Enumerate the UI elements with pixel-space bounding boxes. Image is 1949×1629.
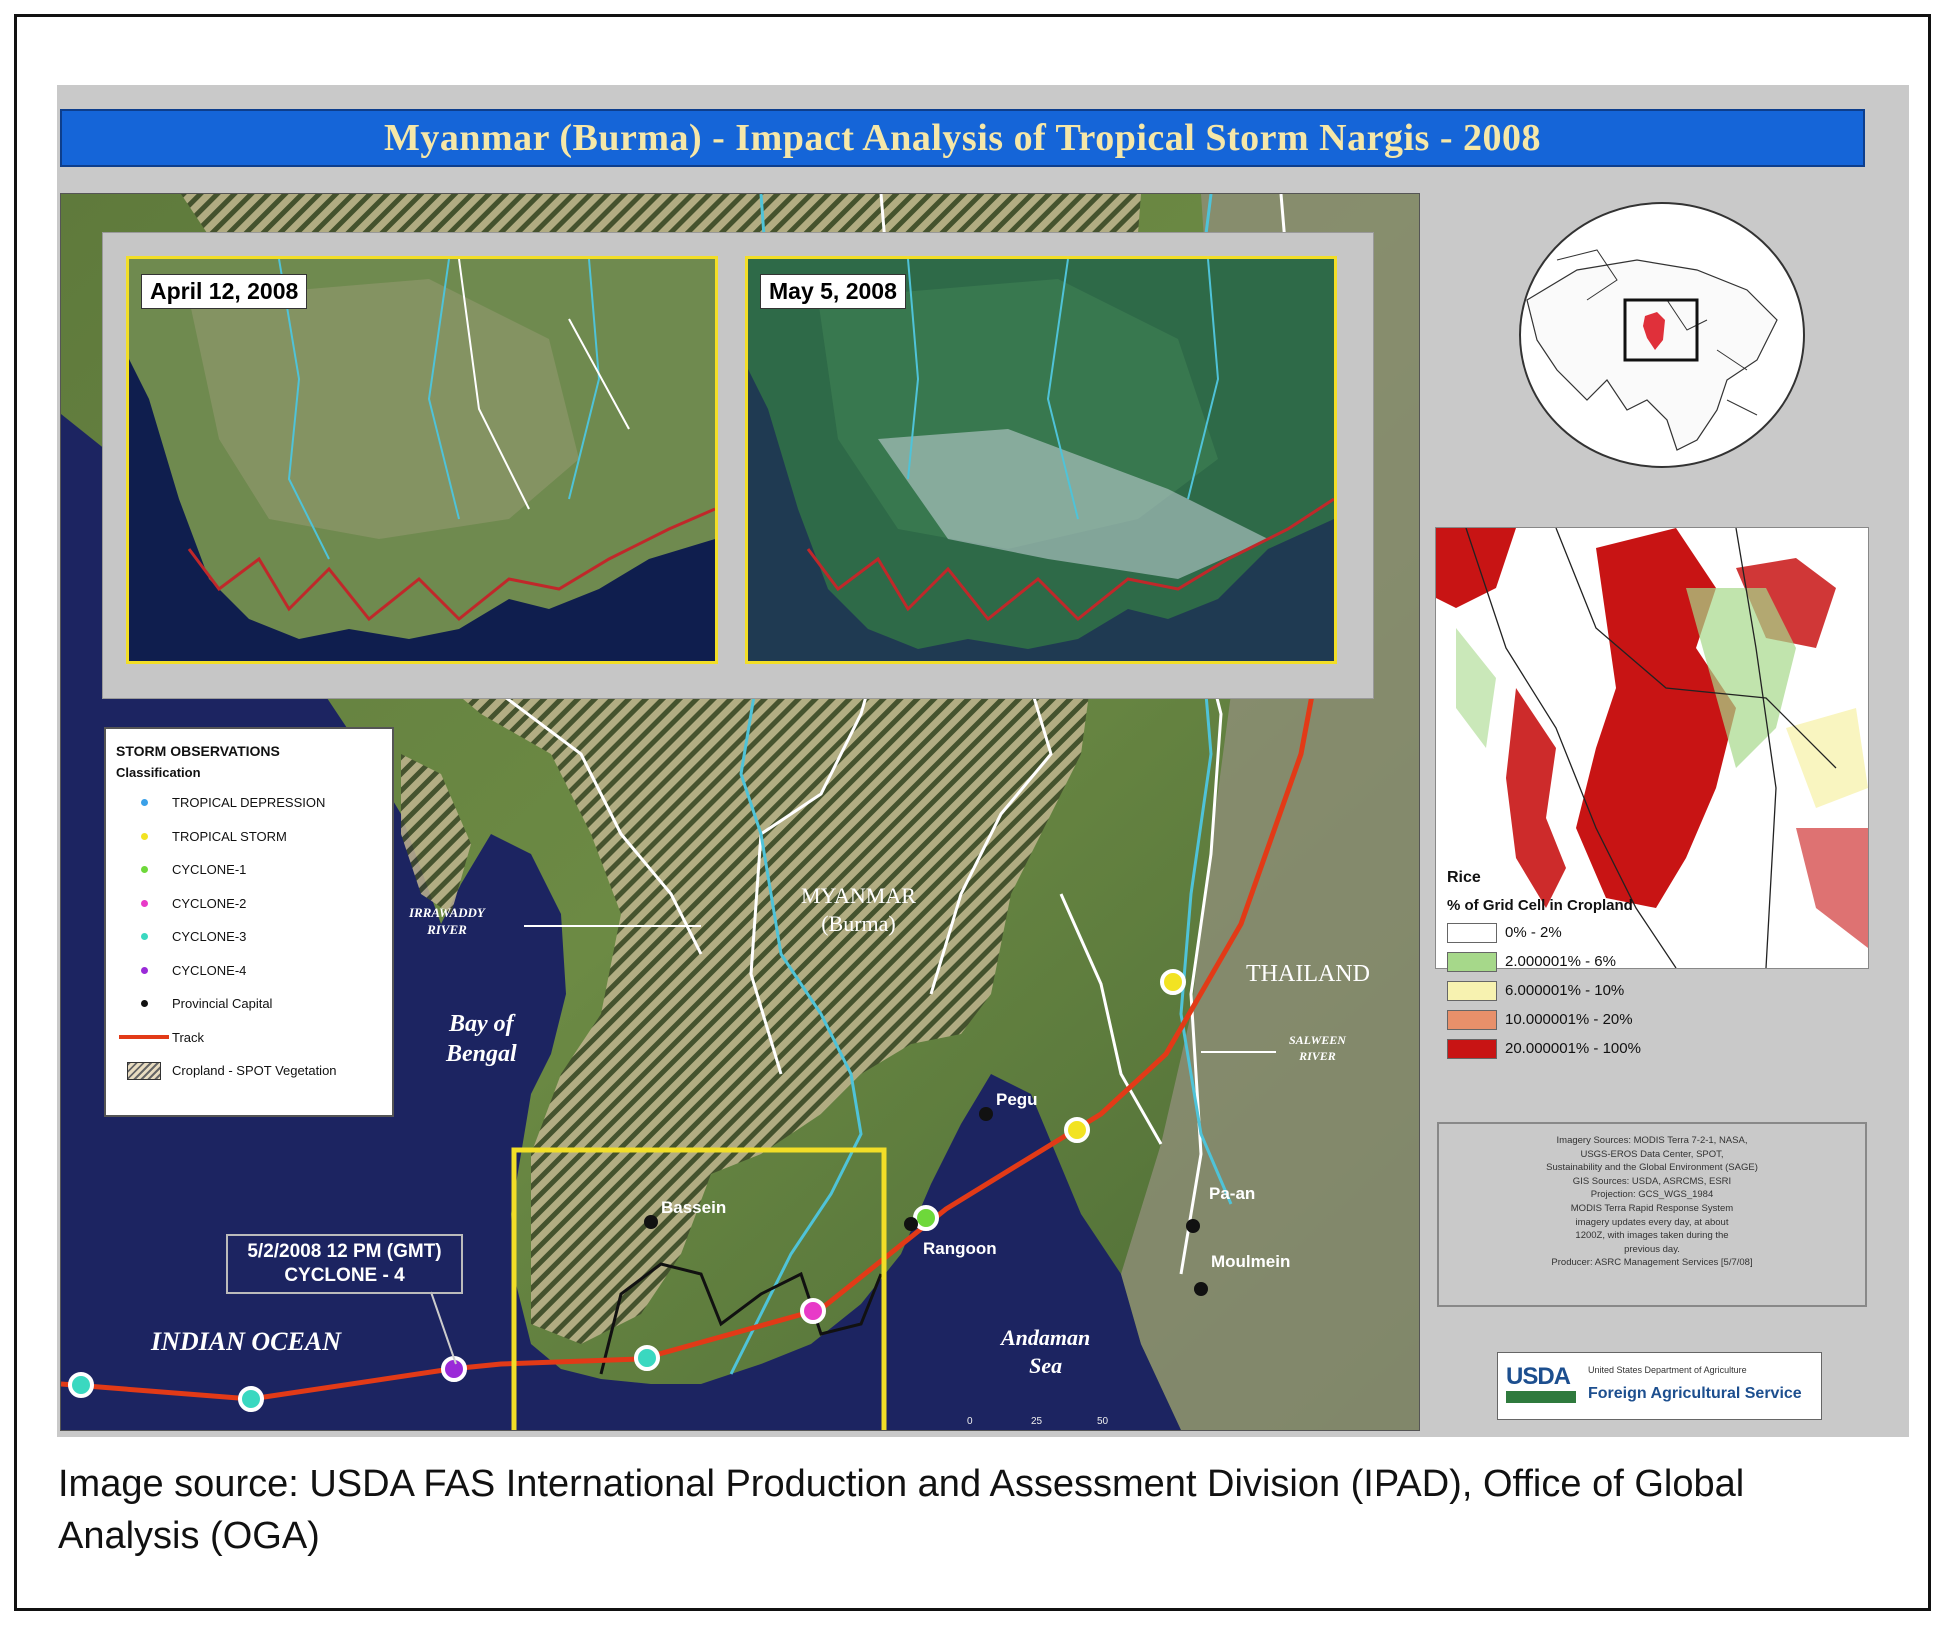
obs-tropical-storm-a[interactable] — [1064, 1117, 1090, 1143]
satellite-inset-panel: April 12, 2008 May 5, 2008 — [102, 232, 1374, 699]
label-indian-ocean: INDIAN OCEAN — [151, 1327, 341, 1356]
cyclone-4-dot-icon — [140, 966, 148, 974]
usda-fas-logo: USDA United States Department of Agricul… — [1497, 1352, 1822, 1420]
rice-swatch-4-icon — [1447, 1038, 1497, 1059]
label-salween: SALWEEN RIVER — [1289, 1033, 1346, 1063]
rice-class-1: 2.000001% - 6% — [1447, 947, 1641, 976]
label-andaman-sea: Andaman Sea — [1001, 1325, 1091, 1378]
imagery-credits: Imagery Sources: MODIS Terra 7-2-1, NASA… — [1437, 1122, 1867, 1307]
figure-frame: Myanmar (Burma) - Impact Analysis of Tro… — [14, 14, 1931, 1611]
city-dot-rangoon[interactable] — [904, 1217, 918, 1231]
map-poster: Myanmar (Burma) - Impact Analysis of Tro… — [57, 85, 1909, 1437]
rice-legend-title: Rice — [1447, 869, 1481, 886]
legend-subtitle: Classification — [116, 765, 201, 780]
rice-class-4: 20.000001% - 100% — [1447, 1034, 1641, 1063]
poster-title: Myanmar (Burma) - Impact Analysis of Tro… — [60, 109, 1865, 167]
obs-cyclone-4[interactable] — [441, 1356, 467, 1382]
city-label-pegu: Pegu — [996, 1090, 1038, 1109]
storm-legend: STORM OBSERVATIONS Classification TROPIC… — [104, 727, 394, 1117]
usda-logo-bar-icon — [1506, 1391, 1576, 1403]
track-line-icon — [119, 1035, 169, 1040]
observation-callout: 5/2/2008 12 PM (GMT) CYCLONE - 4 — [226, 1234, 463, 1294]
legend-row-tropical-storm: TROPICAL STORM — [116, 820, 382, 854]
rice-legend-subtitle: % of Grid Cell in Cropland — [1447, 897, 1633, 914]
cyclone-1-dot-icon — [140, 866, 148, 874]
inset-may-image — [748, 259, 1334, 661]
inset-may: May 5, 2008 — [745, 256, 1337, 664]
rice-swatch-0-icon — [1447, 922, 1497, 943]
inset-april-image — [129, 259, 715, 661]
scale-tick-50: 50 — [1097, 1416, 1109, 1427]
obs-tropical-storm-b[interactable] — [1160, 969, 1186, 995]
label-thailand: THAILAND — [1246, 961, 1370, 987]
inset-april-date: April 12, 2008 — [141, 274, 308, 309]
legend-row-cyclone-4: CYCLONE-4 — [116, 954, 382, 988]
legend-row-tropical-depression: TROPICAL DEPRESSION — [116, 786, 382, 820]
city-dot-moulmein[interactable] — [1194, 1282, 1208, 1296]
obs-cyclone-3-c[interactable] — [634, 1345, 660, 1371]
city-label-rangoon: Rangoon — [923, 1239, 997, 1258]
legend-row-cyclone-2: CYCLONE-2 — [116, 887, 382, 921]
cropland-hatch-icon — [127, 1061, 161, 1080]
label-bay-of-bengal: Bay of Bengal — [446, 1011, 517, 1067]
cyclone-2-dot-icon — [140, 899, 148, 907]
label-myanmar: MYANMAR (Burma) — [801, 883, 916, 936]
legend-row-track: Track — [116, 1021, 382, 1055]
rice-swatch-1-icon — [1447, 951, 1497, 972]
city-label-pa-an: Pa-an — [1209, 1184, 1256, 1203]
scale-tick-0: 0 — [967, 1416, 973, 1427]
city-dot-bassein[interactable] — [644, 1215, 658, 1229]
rice-class-0: 0% - 2% — [1447, 918, 1641, 947]
inset-may-date: May 5, 2008 — [760, 274, 906, 309]
city-label-bassein: Bassein — [661, 1198, 727, 1217]
obs-cyclone-1[interactable] — [913, 1205, 939, 1231]
rice-swatch-3-icon — [1447, 1009, 1497, 1030]
legend-row-cyclone-3: CYCLONE-3 — [116, 920, 382, 954]
tropical-storm-dot-icon — [140, 832, 148, 840]
inset-april: April 12, 2008 — [126, 256, 718, 664]
city-label-moulmein: Moulmein — [1211, 1252, 1291, 1271]
image-source-caption: Image source: USDA FAS International Pro… — [58, 1463, 1745, 1557]
obs-cyclone-3-b[interactable] — [238, 1386, 264, 1412]
rice-swatch-2-icon — [1447, 980, 1497, 1001]
provincial-capital-dot-icon — [140, 1000, 148, 1008]
scale-tick-25: 25 — [1031, 1416, 1043, 1427]
legend-row-cropland: Cropland - SPOT Vegetation — [116, 1054, 382, 1088]
rice-legend: Rice % of Grid Cell in Cropland 0% - 2% … — [1447, 869, 1641, 1063]
city-dot-pegu[interactable] — [979, 1107, 993, 1121]
obs-cyclone-2[interactable] — [800, 1298, 826, 1324]
cyclone-3-dot-icon — [140, 933, 148, 941]
label-irrawaddy: IRRAWADDY RIVER — [409, 905, 485, 937]
rice-class-3: 10.000001% - 20% — [1447, 1005, 1641, 1034]
rice-class-2: 6.000001% - 10% — [1447, 976, 1641, 1005]
legend-row-provincial-capital: Provincial Capital — [116, 987, 382, 1021]
city-dot-pa-an[interactable] — [1186, 1219, 1200, 1233]
globe-locator-map — [1519, 202, 1805, 468]
tropical-depression-dot-icon — [140, 799, 148, 807]
obs-cyclone-3-a[interactable] — [68, 1372, 94, 1398]
legend-title: STORM OBSERVATIONS — [116, 743, 280, 759]
legend-row-cyclone-1: CYCLONE-1 — [116, 853, 382, 887]
